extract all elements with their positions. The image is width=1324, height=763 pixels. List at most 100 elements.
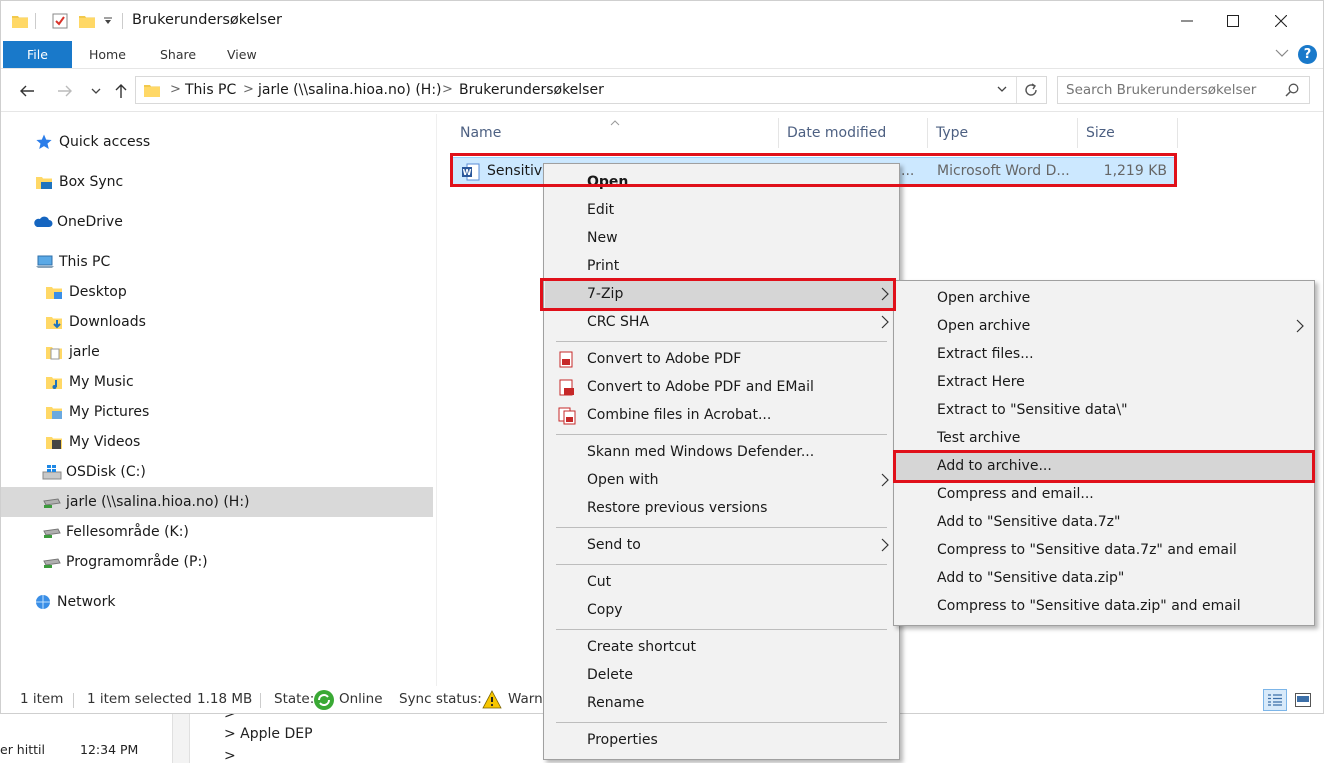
tab-file[interactable]: File [3, 41, 72, 68]
column-header-type[interactable]: Type [928, 118, 1078, 148]
tab-share[interactable]: Share [152, 41, 204, 68]
tab-view[interactable]: View [219, 41, 265, 68]
network-drive-icon [42, 493, 61, 511]
search-input[interactable] [1066, 81, 1271, 99]
desktop-folder-icon [45, 283, 63, 301]
column-header-size[interactable]: Size [1078, 118, 1178, 148]
sync-status-value: Warni [508, 691, 547, 707]
chevron-right-icon [881, 315, 889, 329]
chevron-right-icon [881, 473, 889, 487]
file-type: Microsoft Word D... [937, 163, 1070, 179]
address-folder-icon [144, 85, 160, 97]
nav-item-k-drive[interactable]: Fellesområde (K:) [1, 517, 433, 547]
breadcrumb-h-drive[interactable]: jarle (\\salina.hioa.no) (H:) [258, 82, 442, 98]
zip-item-add-to-7z[interactable]: Add to "Sensitive data.7z" [895, 509, 1313, 537]
nav-item-my-videos[interactable]: My Videos [1, 427, 433, 457]
refresh-icon[interactable] [1023, 82, 1039, 102]
minimize-button[interactable] [1164, 1, 1210, 41]
menu-item-properties[interactable]: Properties [545, 727, 898, 755]
customize-qat-icon[interactable] [101, 9, 115, 33]
zip-item-add-to-zip[interactable]: Add to "Sensitive data.zip" [895, 565, 1313, 593]
seven-zip-submenu: Open archive Open archive Extract files.… [893, 280, 1315, 626]
folder-icon [11, 9, 29, 33]
zip-item-open-archive-submenu[interactable]: Open archive [895, 313, 1313, 341]
breadcrumb-current-folder[interactable]: Brukerundersøkelser [459, 82, 604, 98]
pictures-folder-icon [45, 403, 63, 421]
address-history-icon[interactable] [996, 82, 1008, 100]
menu-item-create-shortcut[interactable]: Create shortcut [545, 634, 898, 662]
zip-item-open-archive[interactable]: Open archive [895, 285, 1313, 313]
maximize-button[interactable] [1210, 1, 1256, 41]
column-header-date-modified[interactable]: Date modified [779, 118, 928, 148]
zip-item-compress-and-email[interactable]: Compress and email... [895, 481, 1313, 509]
details-view-button[interactable] [1263, 689, 1287, 711]
menu-item-cut[interactable]: Cut [545, 569, 898, 597]
file-context-menu: Open Edit New Print 7-Zip CRC SHA Conver… [543, 163, 900, 760]
breadcrumb-this-pc[interactable]: This PC [185, 82, 236, 98]
menu-item-new[interactable]: New [545, 225, 898, 253]
menu-item-open-with[interactable]: Open with [545, 467, 898, 495]
menu-item-delete[interactable]: Delete [545, 662, 898, 690]
zip-item-extract-here[interactable]: Extract Here [895, 369, 1313, 397]
expand-ribbon-icon[interactable] [1275, 46, 1289, 64]
zip-item-add-to-archive[interactable]: Add to archive... [895, 453, 1313, 481]
menu-item-open[interactable]: Open [545, 169, 898, 197]
search-box[interactable] [1057, 76, 1310, 104]
star-icon [35, 133, 53, 151]
column-header-name[interactable]: Name [452, 118, 779, 148]
menu-item-7-zip[interactable]: 7-Zip [545, 281, 898, 309]
recent-locations-icon[interactable] [89, 79, 103, 103]
nav-item-box-sync[interactable]: Box Sync [1, 167, 433, 197]
properties-icon[interactable] [49, 9, 71, 33]
close-button[interactable] [1258, 1, 1304, 41]
nav-item-network[interactable]: Network [1, 587, 433, 617]
menu-item-combine-in-acrobat[interactable]: Combine files in Acrobat... [545, 402, 898, 430]
nav-item-quick-access[interactable]: Quick access [1, 127, 433, 157]
zip-item-compress-zip-email[interactable]: Compress to "Sensitive data.zip" and ema… [895, 593, 1313, 621]
nav-item-p-drive[interactable]: Programområde (P:) [1, 547, 433, 577]
menu-item-print[interactable]: Print [545, 253, 898, 281]
state-label: State: [274, 691, 315, 707]
new-folder-icon[interactable] [77, 9, 97, 33]
zip-item-extract-to-folder[interactable]: Extract to "Sensitive data\" [895, 397, 1313, 425]
menu-item-windows-defender[interactable]: Skann med Windows Defender... [545, 439, 898, 467]
menu-item-restore-previous-versions[interactable]: Restore previous versions [545, 495, 898, 523]
up-arrow-icon[interactable] [111, 79, 131, 103]
chevron-right-icon: > [170, 82, 181, 97]
selected-size: 1.18 MB [197, 691, 253, 707]
zip-item-extract-files[interactable]: Extract files... [895, 341, 1313, 369]
menu-item-rename[interactable]: Rename [545, 690, 898, 718]
nav-item-desktop[interactable]: Desktop [1, 277, 433, 307]
nav-item-onedrive[interactable]: OneDrive [1, 207, 433, 237]
ribbon-tabs: File Home Share View ? [1, 41, 1323, 69]
nav-item-my-pictures[interactable]: My Pictures [1, 397, 433, 427]
menu-item-crc-sha[interactable]: CRC SHA [545, 309, 898, 337]
zip-item-compress-7z-email[interactable]: Compress to "Sensitive data.7z" and emai… [895, 537, 1313, 565]
nav-item-this-pc[interactable]: This PC [1, 247, 433, 277]
zip-item-test-archive[interactable]: Test archive [895, 425, 1313, 453]
title-bar: Brukerundersøkelser [1, 1, 1323, 41]
adobe-pdf-email-icon [559, 379, 574, 396]
background-line-2: > Apple DEP [224, 726, 313, 742]
nav-item-osdisk[interactable]: OSDisk (C:) [1, 457, 433, 487]
tab-home[interactable]: Home [81, 41, 134, 68]
menu-item-convert-to-pdf-email[interactable]: Convert to Adobe PDF and EMail [545, 374, 898, 402]
nav-item-jarle[interactable]: jarle [1, 337, 433, 367]
nav-item-downloads[interactable]: Downloads [1, 307, 433, 337]
chevron-right-icon: > [243, 82, 254, 97]
nav-item-my-music[interactable]: My Music [1, 367, 433, 397]
nav-item-h-drive[interactable]: jarle (\\salina.hioa.no) (H:) [1, 487, 433, 517]
back-arrow-icon[interactable] [17, 79, 37, 103]
search-icon [1285, 83, 1299, 97]
word-document-icon: W [462, 163, 480, 181]
menu-item-send-to[interactable]: Send to [545, 532, 898, 560]
forward-arrow-icon[interactable] [55, 79, 75, 103]
menu-item-edit[interactable]: Edit [545, 197, 898, 225]
menu-item-convert-to-pdf[interactable]: Convert to Adobe PDF [545, 346, 898, 374]
box-sync-folder-icon [35, 173, 53, 191]
menu-item-copy[interactable]: Copy [545, 597, 898, 625]
help-button[interactable]: ? [1298, 45, 1317, 64]
large-icons-view-button[interactable] [1291, 689, 1315, 711]
background-row-time: 12:34 PM [80, 742, 139, 757]
address-bar[interactable]: > This PC > jarle (\\salina.hioa.no) (H:… [135, 76, 1047, 104]
